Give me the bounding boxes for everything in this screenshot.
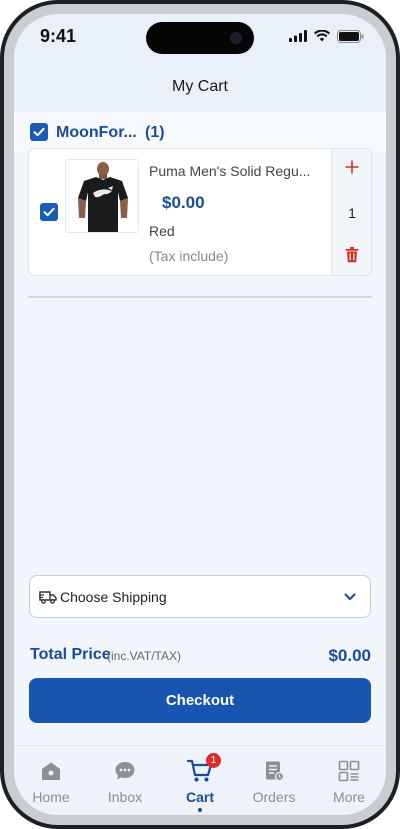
nav-item-home[interactable]: Home <box>14 746 88 815</box>
shop-checkbox[interactable] <box>30 123 48 141</box>
header: My Cart <box>14 62 386 112</box>
checkout-button[interactable]: Checkout <box>29 678 371 723</box>
nav-item-more[interactable]: More <box>312 746 386 815</box>
bottom-nav: Home Inbox 1 Cart Orders More <box>14 745 386 815</box>
check-icon <box>43 207 55 217</box>
active-indicator <box>198 808 202 812</box>
grid-icon <box>338 760 360 782</box>
total-tax-note: (inc.VAT/TAX) <box>107 649 182 663</box>
check-icon <box>33 127 45 137</box>
chevron-down-icon <box>344 593 356 600</box>
cart-badge: 1 <box>206 753 221 768</box>
app-screen: 9:41 My Cart MoonFor... (1) Puma Men's S… <box>14 14 386 815</box>
camera-icon <box>230 32 242 44</box>
home-icon <box>42 762 60 780</box>
chat-icon <box>115 762 135 780</box>
nav-item-cart[interactable]: 1 Cart <box>163 746 237 815</box>
item-checkbox[interactable] <box>40 203 58 221</box>
plus-icon[interactable] <box>345 160 359 174</box>
nav-label-orders: Orders <box>252 789 296 805</box>
product-price: $0.00 <box>162 193 205 212</box>
shipping-label: Choose Shipping <box>60 589 167 605</box>
nav-item-inbox[interactable]: Inbox <box>88 746 162 815</box>
status-bar: 9:41 <box>14 14 386 62</box>
total-label: Total Price <box>30 646 111 663</box>
wifi-icon <box>314 30 330 42</box>
product-title[interactable]: Puma Men's Solid Regu... <box>149 163 319 179</box>
truck-icon <box>39 591 57 604</box>
cart-item: Puma Men's Solid Regu... $0.00 Red (Tax … <box>28 148 372 276</box>
product-image[interactable] <box>65 159 139 233</box>
status-time: 9:41 <box>40 26 77 46</box>
shop-row: MoonFor... (1) <box>14 112 386 152</box>
nav-label-inbox: Inbox <box>107 789 143 805</box>
shipping-select[interactable]: Choose Shipping <box>29 575 371 618</box>
orders-icon <box>266 761 285 782</box>
nav-item-orders[interactable]: Orders <box>237 746 311 815</box>
tax-note: (Tax include) <box>149 248 229 264</box>
nav-label-home: Home <box>32 789 70 805</box>
product-variant: Red <box>149 223 175 239</box>
signal-icon <box>289 30 307 42</box>
trash-icon[interactable] <box>345 247 359 263</box>
nav-label-cart: Cart <box>185 789 214 805</box>
battery-icon <box>337 29 364 43</box>
tshirt-photo <box>66 160 138 232</box>
quantity-value: 1 <box>348 205 356 221</box>
page-title: My Cart <box>172 78 228 95</box>
shop-item-count: (1) <box>145 124 165 141</box>
quantity-stepper: 1 <box>331 149 371 275</box>
divider <box>28 296 372 298</box>
dynamic-island <box>146 22 254 54</box>
total-value: $0.00 <box>328 646 371 665</box>
status-icons <box>289 29 364 43</box>
nav-label-more: More <box>333 789 365 805</box>
shop-name[interactable]: MoonFor... <box>56 124 137 142</box>
